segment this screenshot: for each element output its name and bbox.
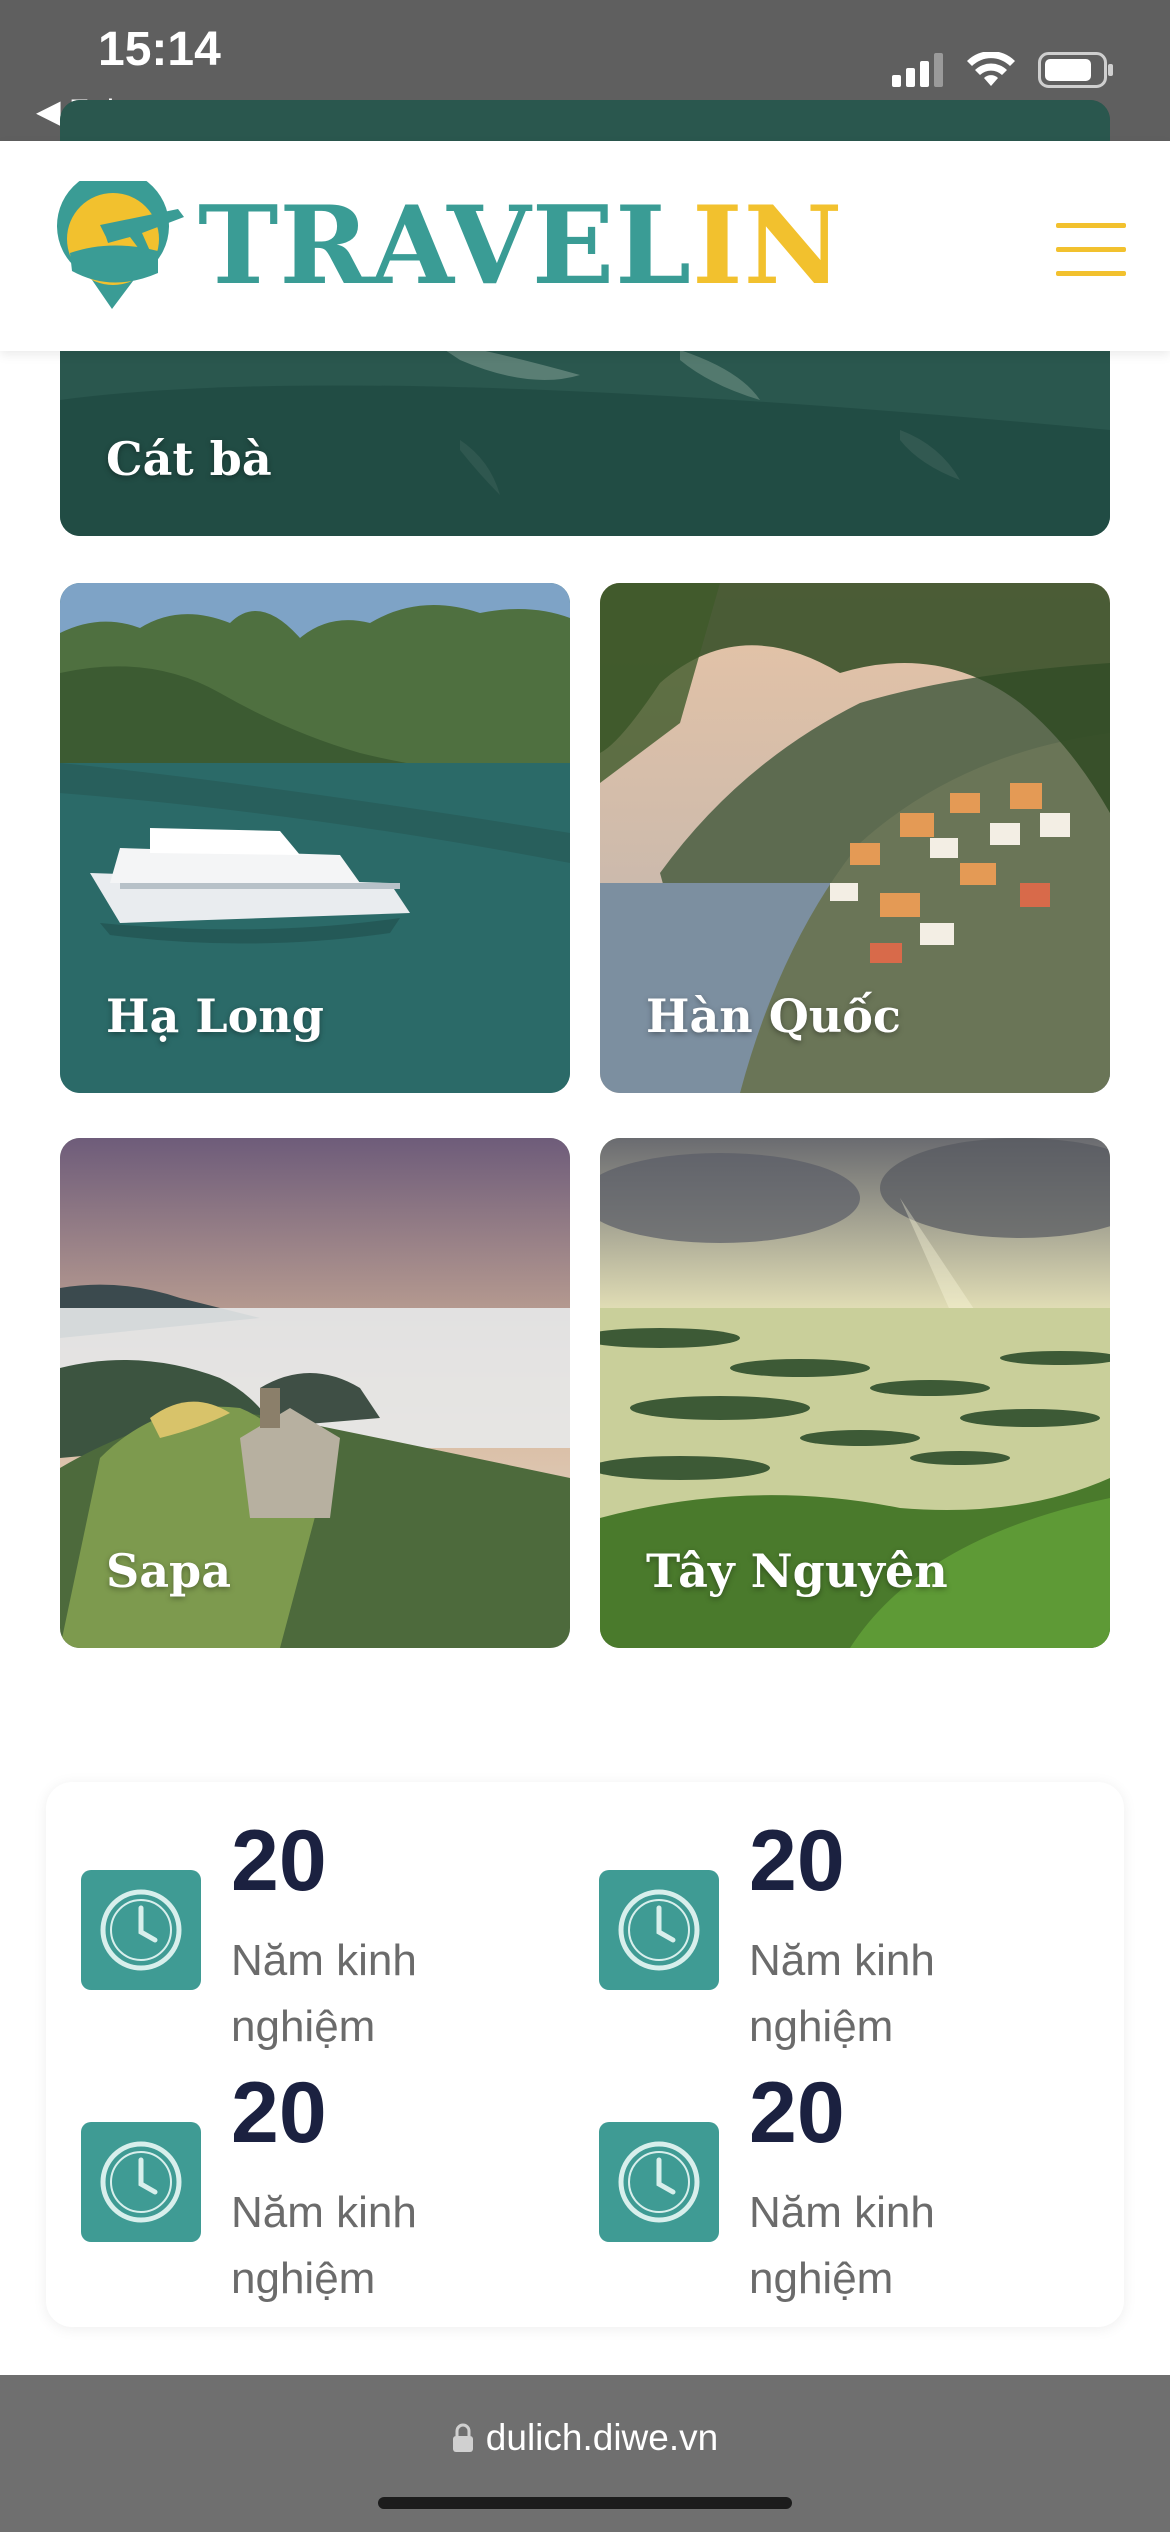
- logo-word-in: IN: [692, 183, 844, 309]
- stat-item: 20 Năm kinh nghiệm: [81, 2062, 541, 2303]
- battery-icon: [1038, 52, 1113, 88]
- travelin-logo[interactable]: TRAVELIN: [50, 181, 843, 311]
- stat-item: 20 Năm kinh nghiệm: [81, 1810, 541, 2051]
- destination-label: Tây Nguyên: [646, 1544, 948, 1598]
- browser-url-bar[interactable]: dulich.diwe.vn: [0, 2375, 1170, 2532]
- destination-card-ha-long[interactable]: Hạ Long: [60, 583, 570, 1093]
- site-header: TRAVELIN: [0, 141, 1170, 351]
- status-time: 15:14: [98, 23, 221, 76]
- clock-icon: [81, 2122, 201, 2242]
- wifi-icon: [967, 52, 1015, 86]
- destination-label: Hạ Long: [106, 989, 324, 1043]
- clock-icon: [599, 2122, 719, 2242]
- stats-section: 20 Năm kinh nghiệm 20 Năm kinh nghiệm 20…: [46, 1782, 1124, 2327]
- hamburger-menu-icon[interactable]: [1056, 219, 1126, 281]
- lock-icon: [452, 2423, 473, 2452]
- url-text: dulich.diwe.vn: [485, 2417, 719, 2458]
- stat-item: 20 Năm kinh nghiệm: [599, 2062, 1059, 2303]
- logo-word-travel: TRAVEL: [198, 183, 693, 309]
- destination-label: Hàn Quốc: [646, 989, 901, 1043]
- logo-wordmark: TRAVELIN: [198, 192, 843, 300]
- stat-label: Năm kinh nghiệm: [231, 2188, 417, 2303]
- logo-globe-plane-icon: [57, 181, 184, 309]
- clock-icon: [81, 1870, 201, 1990]
- destination-card-han-quoc[interactable]: Hàn Quốc: [600, 583, 1110, 1093]
- stat-item: 20 Năm kinh nghiệm: [599, 1810, 1059, 2051]
- stat-label: Năm kinh nghiệm: [749, 1936, 935, 2051]
- destination-card-sapa[interactable]: Sapa: [60, 1138, 570, 1648]
- stat-label: Năm kinh nghiệm: [749, 2188, 935, 2303]
- stat-value: 20: [231, 2065, 327, 2161]
- clock-icon: [599, 1870, 719, 1990]
- stat-value: 20: [749, 1813, 845, 1909]
- url-display[interactable]: dulich.diwe.vn: [0, 2417, 1170, 2459]
- destination-label: Sapa: [106, 1544, 231, 1598]
- destination-card-tay-nguyen[interactable]: Tây Nguyên: [600, 1138, 1110, 1648]
- stat-value: 20: [749, 2065, 845, 2161]
- cellular-signal-icon: [892, 53, 943, 87]
- home-indicator[interactable]: [378, 2497, 792, 2509]
- stat-value: 20: [231, 1813, 327, 1909]
- status-icons: [892, 52, 1114, 88]
- destination-label: Cát bà: [106, 432, 272, 486]
- stat-label: Năm kinh nghiệm: [231, 1936, 417, 2051]
